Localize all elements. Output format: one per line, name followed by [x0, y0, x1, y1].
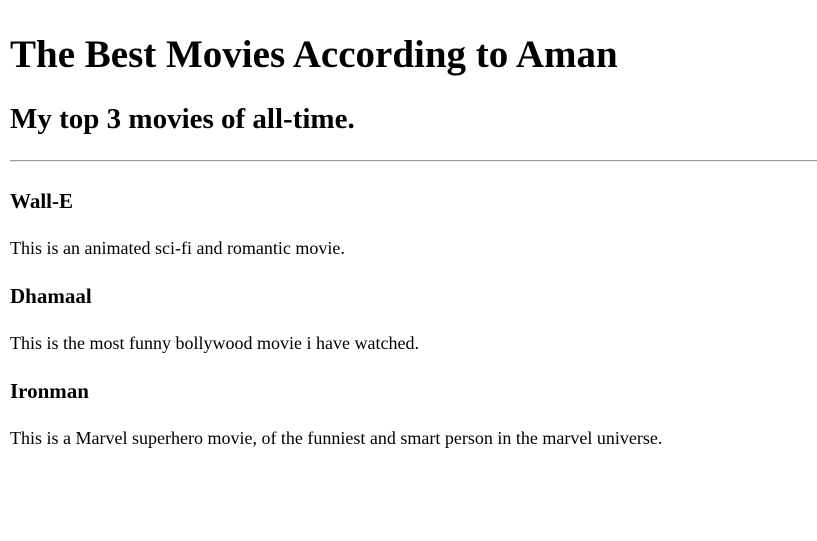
divider: [10, 160, 817, 162]
page-title: The Best Movies According to Aman: [10, 33, 618, 76]
page-content: The Best Movies According to Aman My top…: [0, 0, 817, 449]
movie-description: This is the most funny bollywood movie i…: [10, 333, 419, 353]
movie-item-wall-e: Wall-E This is an animated sci-fi and ro…: [10, 188, 817, 259]
movie-item-dhamaal: Dhamaal This is the most funny bollywood…: [10, 283, 817, 354]
movie-title: Ironman: [10, 379, 89, 403]
movie-title: Wall-E: [10, 189, 74, 213]
movie-description: This is a Marvel superhero movie, of the…: [10, 428, 663, 448]
page-subtitle: My top 3 movies of all-time.: [10, 103, 355, 135]
movie-description: This is an animated sci-fi and romantic …: [10, 238, 345, 258]
movie-title: Dhamaal: [10, 284, 92, 308]
movie-item-ironman: Ironman This is a Marvel superhero movie…: [10, 378, 817, 449]
